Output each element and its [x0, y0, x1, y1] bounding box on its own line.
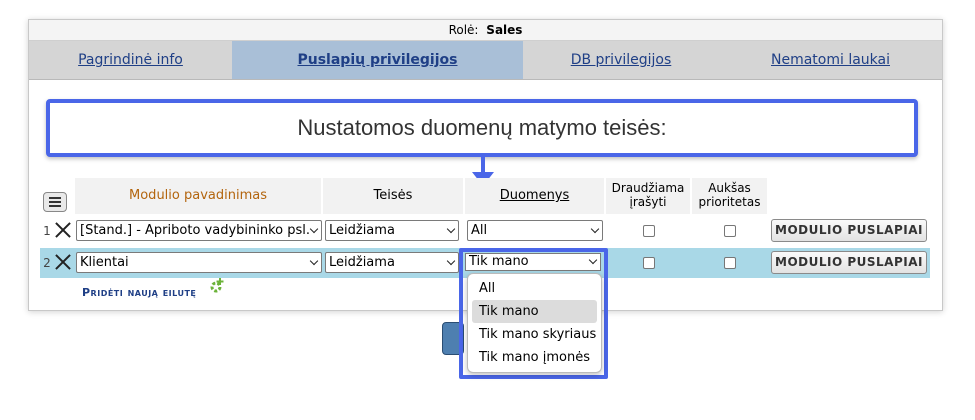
row-number: 2 — [43, 256, 51, 270]
dropdown-option-my-department[interactable]: Tik mano skyriaus — [472, 323, 597, 346]
header-forbid-write: Draudžiama įrašyti — [606, 178, 691, 214]
role-label: Rolė: — [448, 23, 479, 37]
high-priority-checkbox[interactable] — [724, 257, 736, 269]
chevron-down-icon — [309, 256, 319, 266]
callout-arrow-shaft — [481, 157, 485, 173]
data-select[interactable]: All — [467, 220, 603, 241]
header-data[interactable]: Duomenys — [465, 178, 605, 214]
header-high-priority: Aukšas prioritetas — [692, 178, 768, 214]
delete-row-icon[interactable] — [54, 221, 72, 239]
dropdown-option-all[interactable]: All — [472, 277, 597, 300]
tab-db-privileges[interactable]: DB privilegijos — [523, 41, 719, 79]
chevron-down-icon — [446, 224, 456, 234]
rights-select[interactable]: Leidžiama — [325, 252, 459, 273]
high-priority-checkbox[interactable] — [724, 225, 736, 237]
add-row-icon[interactable] — [206, 277, 226, 297]
chevron-down-icon — [590, 224, 600, 234]
module-pages-button[interactable]: MODULIO PUSLAPIAI — [771, 219, 927, 242]
module-pages-button[interactable]: MODULIO PUSLAPIAI — [771, 251, 927, 274]
rights-select[interactable]: Leidžiama — [325, 220, 459, 241]
forbid-write-checkbox[interactable] — [643, 257, 655, 269]
menu-icon[interactable] — [43, 192, 67, 212]
chevron-down-icon — [446, 256, 456, 266]
data-select-open[interactable]: Tik mano — [465, 253, 601, 271]
module-select[interactable]: Klientai — [76, 252, 322, 273]
tab-hidden-fields[interactable]: Nematomi laukai — [719, 41, 942, 79]
chevron-down-icon — [588, 255, 598, 265]
role-value: Sales — [486, 23, 523, 37]
dropdown-option-mine[interactable]: Tik mano — [472, 300, 597, 323]
callout-text: Nustatomos duomenų matymo teisės: — [297, 115, 667, 140]
table-row: 1 [Stand.] - Apriboto vadybininko psl. L… — [40, 216, 930, 246]
role-bar: Rolė: Sales — [29, 20, 942, 41]
header-module: Modulio pavadinimas — [75, 178, 322, 214]
callout-box: Nustatomos duomenų matymo teisės: — [46, 99, 918, 157]
tab-main-info[interactable]: Pagrindinė info — [29, 41, 232, 79]
data-dropdown-list: All Tik mano Tik mano skyriaus Tik mano … — [467, 273, 602, 373]
delete-row-icon[interactable] — [54, 253, 72, 271]
header-rights: Teisės — [323, 178, 464, 214]
module-select[interactable]: [Stand.] - Apriboto vadybininko psl. — [76, 220, 322, 241]
forbid-write-checkbox[interactable] — [643, 225, 655, 237]
tab-bar: Pagrindinė info Puslapių privilegijos DB… — [29, 41, 942, 80]
row-number: 1 — [43, 224, 51, 238]
tab-page-privileges[interactable]: Puslapių privilegijos — [232, 41, 523, 79]
chevron-down-icon — [309, 224, 319, 234]
add-row-link[interactable]: Pridėti naują eilutę — [82, 286, 196, 299]
dropdown-option-my-company[interactable]: Tik mano įmonės — [472, 346, 597, 369]
